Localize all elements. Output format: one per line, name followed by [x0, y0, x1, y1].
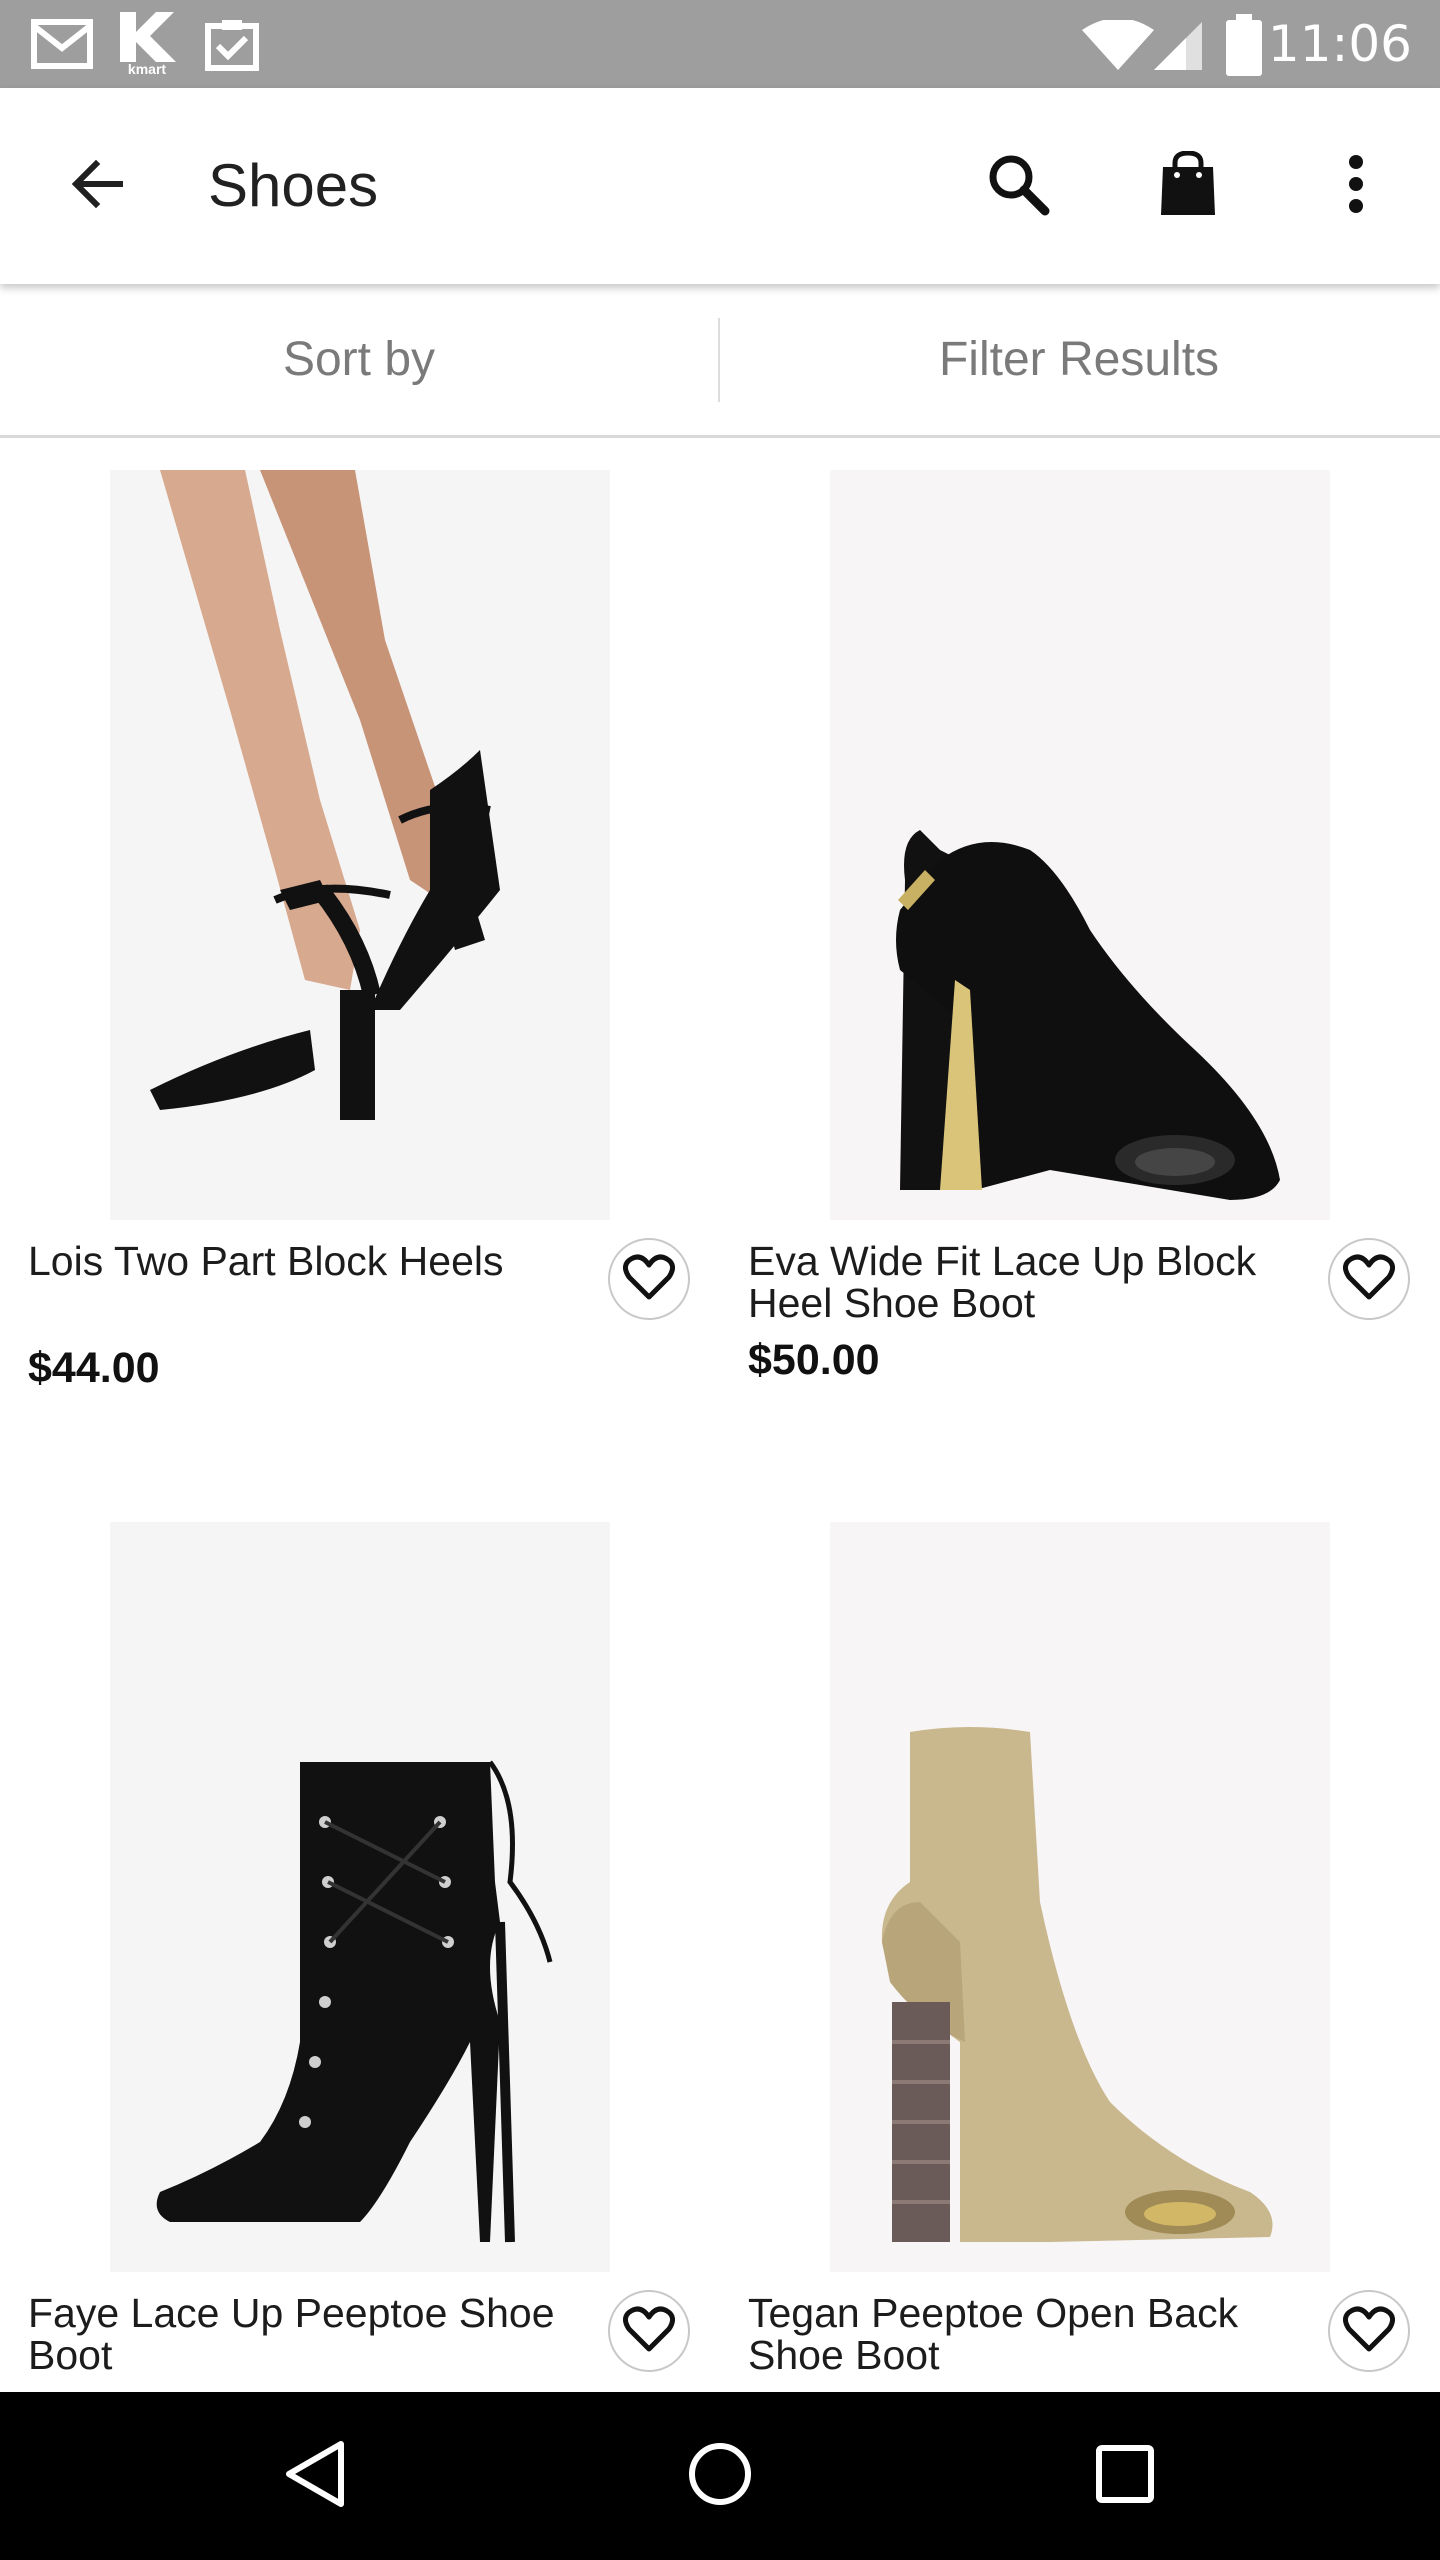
favorite-button[interactable] [1328, 1238, 1410, 1320]
clipboard-check-icon [204, 16, 260, 77]
product-name[interactable]: Faye Lace Up Peeptoe Shoe Boot [28, 2292, 588, 2376]
more-vert-icon [1346, 154, 1366, 219]
back-button[interactable] [50, 138, 146, 234]
sort-by-button[interactable]: Sort by [0, 284, 718, 435]
nav-recents-icon [1095, 2444, 1155, 2509]
favorite-button[interactable] [608, 2290, 690, 2372]
battery-icon [1226, 14, 1262, 81]
cart-button[interactable] [1140, 138, 1236, 234]
nav-back-icon [283, 2440, 347, 2513]
nav-back-button[interactable] [260, 2426, 370, 2526]
arrow-back-icon [68, 154, 128, 219]
product-card[interactable]: Tegan Peeptoe Open Back Shoe Boot [720, 1490, 1440, 2540]
overflow-menu-button[interactable] [1308, 138, 1404, 234]
product-price: $44.00 [28, 1344, 160, 1392]
heart-outline-icon [1343, 2305, 1395, 2358]
heart-outline-icon [623, 2305, 675, 2358]
filter-results-button[interactable]: Filter Results [720, 284, 1438, 435]
product-name[interactable]: Eva Wide Fit Lace Up Block Heel Shoe Boo… [748, 1240, 1308, 1324]
sort-filter-bar: Sort by Filter Results [0, 284, 1440, 438]
nav-home-icon [687, 2441, 753, 2512]
system-nav-bar [0, 2392, 1440, 2560]
favorite-button[interactable] [608, 1238, 690, 1320]
cell-signal-icon [1152, 20, 1204, 77]
product-image[interactable] [110, 470, 610, 1220]
app-bar: Shoes [0, 88, 1440, 284]
wifi-icon [1080, 18, 1156, 77]
product-image[interactable] [830, 470, 1330, 1220]
product-name[interactable]: Tegan Peeptoe Open Back Shoe Boot [748, 2292, 1308, 2376]
product-image[interactable] [110, 1522, 610, 2272]
heart-outline-icon [1343, 1253, 1395, 1306]
status-bar: kmart 11:06 [0, 0, 1440, 88]
search-button[interactable] [970, 138, 1066, 234]
heart-outline-icon [623, 1253, 675, 1306]
shopping-bag-icon [1159, 149, 1217, 222]
product-card[interactable]: Faye Lace Up Peeptoe Shoe Boot [0, 1490, 720, 2540]
page-title: Shoes [208, 152, 379, 219]
product-card[interactable]: Lois Two Part Block Heels $44.00 [0, 438, 720, 1488]
product-price: $50.00 [748, 1336, 880, 1384]
search-icon [985, 151, 1051, 222]
product-image[interactable] [830, 1522, 1330, 2272]
nav-recents-button[interactable] [1070, 2426, 1180, 2526]
favorite-button[interactable] [1328, 2290, 1410, 2372]
product-card[interactable]: Eva Wide Fit Lace Up Block Heel Shoe Boo… [720, 438, 1440, 1488]
kmart-app-icon: kmart [114, 10, 180, 81]
nav-home-button[interactable] [665, 2426, 775, 2526]
status-time: 11:06 [1267, 15, 1412, 73]
svg-text:kmart: kmart [128, 61, 166, 76]
product-name[interactable]: Lois Two Part Block Heels [28, 1240, 588, 1282]
gmail-icon [30, 18, 94, 75]
